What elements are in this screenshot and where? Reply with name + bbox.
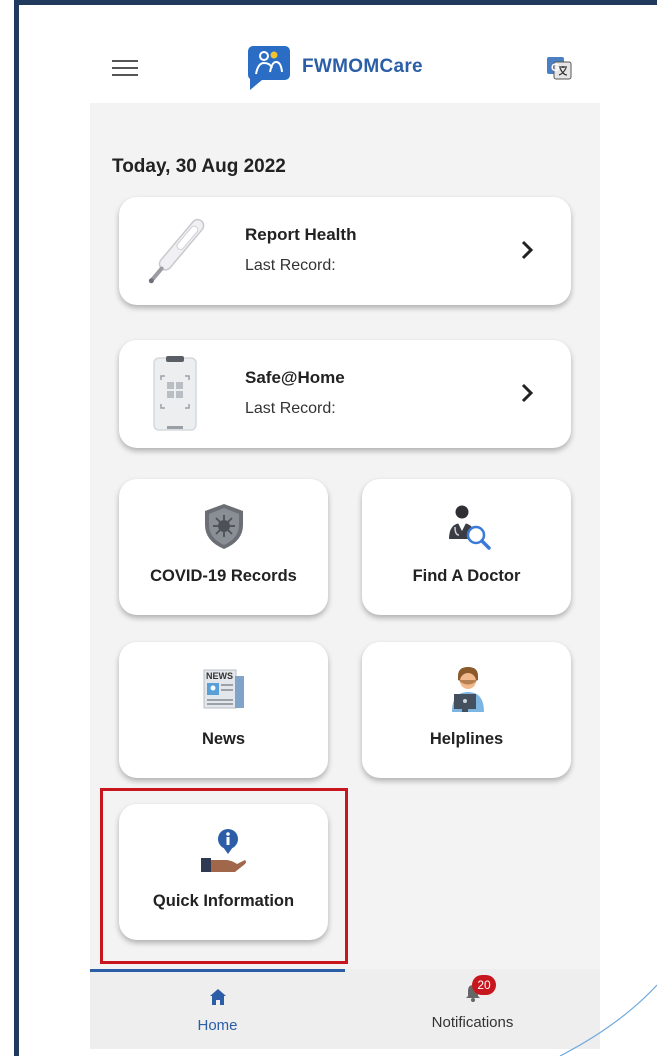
news-label: News — [201, 730, 246, 748]
report-health-last-record: Last Record: — [245, 257, 336, 274]
translate-icon[interactable]: G — [545, 54, 573, 82]
safe-home-device-icon — [153, 356, 197, 431]
highlight-box — [100, 788, 348, 964]
frame-left-border — [14, 0, 19, 1056]
brand-logo-icon — [248, 46, 290, 90]
nav-notifications[interactable]: 20 Notifications — [345, 969, 600, 1049]
frame-top-border — [14, 0, 657, 5]
find-doctor-tile[interactable]: Find A Doctor — [362, 479, 571, 615]
report-health-card[interactable]: Report Health Last Record: — [119, 197, 571, 305]
svg-text:G: G — [551, 62, 560, 74]
safe-home-title: Safe@Home — [245, 368, 345, 387]
helpline-agent-icon — [451, 667, 484, 712]
virus-shield-icon — [204, 504, 243, 549]
home-icon — [209, 989, 226, 1005]
nav-home-label: Home — [197, 1017, 238, 1034]
date-label: Today, 30 Aug 2022 — [112, 156, 286, 177]
safe-home-card[interactable]: Safe@Home Last Record: — [119, 340, 571, 448]
newspaper-icon: NEWS — [203, 669, 244, 709]
news-tile[interactable]: NEWS News — [119, 642, 328, 778]
safe-home-last-record: Last Record: — [245, 400, 336, 417]
brand-logo: FWMOMCare — [246, 42, 423, 92]
covid-records-label: COVID-19 Records — [150, 567, 297, 585]
thermometer-icon — [148, 218, 205, 284]
app-name: FWMOMCare — [302, 56, 423, 77]
helplines-label: Helplines — [429, 730, 504, 748]
notification-count-badge: 20 — [472, 975, 496, 995]
hamburger-menu-icon[interactable] — [112, 56, 138, 82]
report-health-title: Report Health — [245, 225, 357, 244]
svg-text:NEWS: NEWS — [206, 671, 233, 681]
doctor-search-icon — [448, 505, 491, 550]
app-header: FWMOMCare G — [90, 40, 600, 100]
nav-home[interactable]: Home — [90, 969, 345, 1049]
find-doctor-label: Find A Doctor — [412, 567, 521, 585]
chevron-right-icon — [521, 240, 534, 260]
helplines-tile[interactable]: Helplines — [362, 642, 571, 778]
nav-notifications-label: Notifications — [431, 1014, 514, 1031]
chevron-right-icon — [521, 383, 534, 403]
bottom-navigation: Home 20 Notifications — [90, 969, 600, 1049]
covid-records-tile[interactable]: COVID-19 Records — [119, 479, 328, 615]
